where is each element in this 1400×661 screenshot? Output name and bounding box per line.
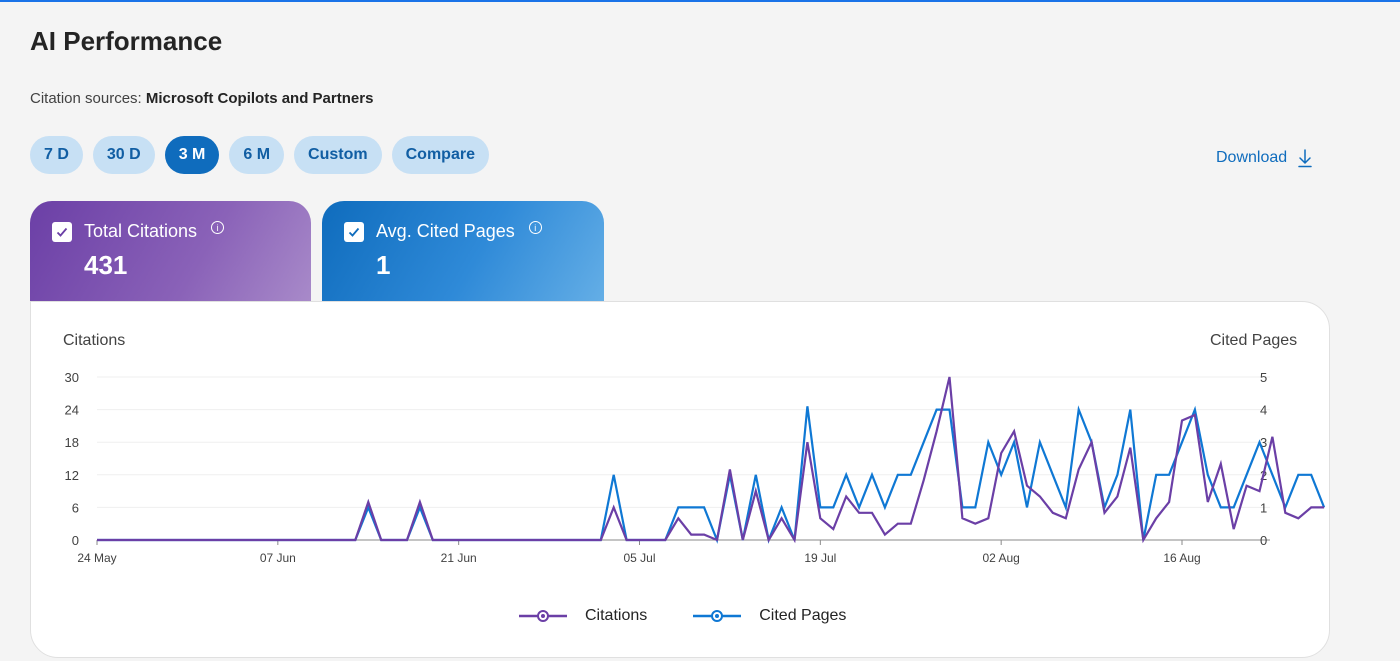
legend-line-cited-pages-icon bbox=[693, 610, 742, 622]
avg-cited-pages-label: Avg. Cited Pages bbox=[376, 221, 515, 241]
avg-cited-pages-card[interactable]: Avg. Cited Pages i 1 bbox=[322, 201, 604, 301]
info-icon[interactable]: i bbox=[211, 221, 225, 234]
chart-legend: Citations Cited Pages bbox=[517, 607, 846, 625]
avg-cited-pages-value: 1 bbox=[376, 250, 391, 280]
time-range-filters: 7 D 30 D 3 M 6 M Custom Compare bbox=[30, 136, 489, 174]
filter-6m-button[interactable]: 6 M bbox=[229, 136, 285, 174]
total-citations-value: 431 bbox=[84, 250, 128, 280]
total-citations-label: Total Citations bbox=[84, 221, 198, 241]
legend-item-citations[interactable]: Citations bbox=[517, 607, 647, 625]
filter-3m-button[interactable]: 3 M bbox=[164, 136, 220, 174]
checkmark-icon bbox=[56, 227, 68, 237]
y-axis-title-citations: Citations bbox=[63, 332, 126, 349]
legend-item-cited-pages[interactable]: Cited Pages bbox=[691, 607, 846, 625]
legend-label-cited-pages: Cited Pages bbox=[759, 607, 847, 624]
filter-7d-button[interactable]: 7 D bbox=[30, 136, 83, 174]
filter-custom-button[interactable]: Custom bbox=[294, 136, 382, 174]
chart-panel bbox=[30, 301, 1330, 658]
legend-line-citations-icon bbox=[519, 610, 567, 622]
download-icon bbox=[1298, 149, 1312, 168]
filter-30d-button[interactable]: 30 D bbox=[92, 136, 155, 174]
download-button[interactable]: Download bbox=[1216, 148, 1313, 168]
checkmark-icon bbox=[348, 227, 360, 237]
info-icon[interactable]: i bbox=[528, 221, 542, 234]
page-title: AI Performance bbox=[30, 26, 223, 56]
legend-label-citations: Citations bbox=[585, 607, 648, 624]
total-citations-checkbox[interactable] bbox=[52, 221, 72, 242]
download-label: Download bbox=[1216, 149, 1288, 166]
y-axis-title-cited-pages: Cited Pages bbox=[1210, 332, 1298, 349]
citation-sources-value: Microsoft Copilots and Partners bbox=[145, 90, 374, 107]
filter-compare-button[interactable]: Compare bbox=[391, 136, 489, 174]
citation-sources-label: Citation sources: bbox=[30, 90, 142, 107]
avg-cited-pages-checkbox[interactable] bbox=[344, 221, 364, 242]
citation-sources: Citation sources: Microsoft Copilots and… bbox=[30, 90, 373, 107]
total-citations-card[interactable]: Total Citations i 431 bbox=[30, 201, 311, 301]
